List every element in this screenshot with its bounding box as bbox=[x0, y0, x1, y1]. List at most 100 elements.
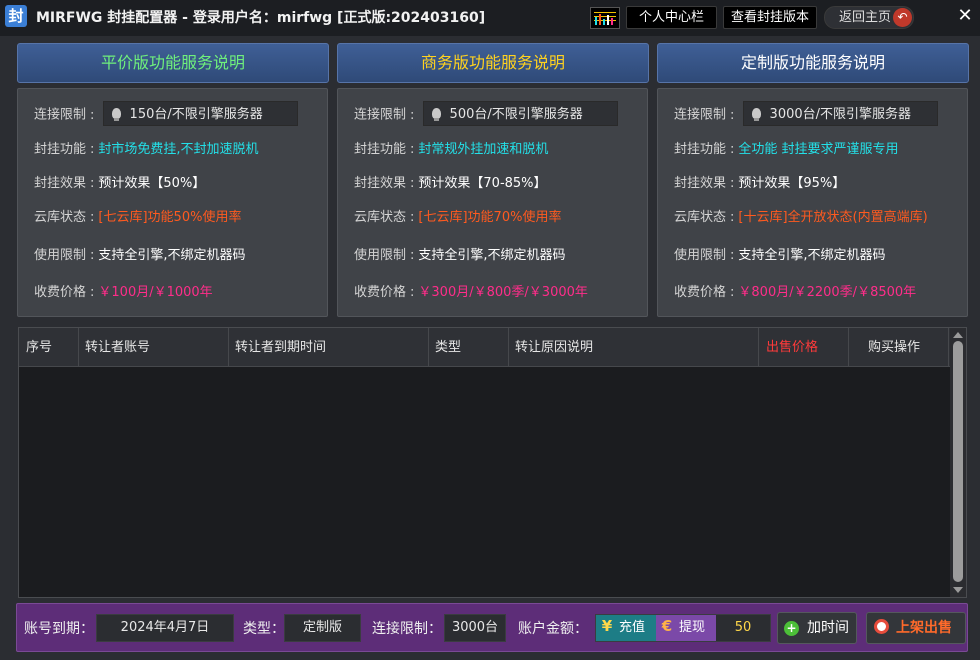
expire-date-field: 2024年4月7日 bbox=[96, 614, 234, 642]
plan-title: 定制版功能服务说明 bbox=[740, 53, 885, 72]
row-label: 使用限制 bbox=[674, 248, 727, 263]
row-value: ￥800月/￥2200季/￥8500年 bbox=[738, 285, 917, 300]
app-icon: 封 bbox=[5, 5, 27, 27]
plan-row-function: 封挂功能: 全功能 封挂要求严谨服专用 bbox=[674, 142, 899, 157]
row-value: 3000台/不限引擎服务器 bbox=[769, 107, 912, 122]
plan-row-price: 收费价格: ￥100月/￥1000年 bbox=[34, 285, 213, 300]
limit-label: 连接限制： bbox=[372, 621, 442, 637]
plan-row-price: 收费价格: ￥300月/￥800季/￥3000年 bbox=[354, 285, 588, 300]
row-label: 封挂效果 bbox=[354, 176, 407, 191]
type-field: 定制版 bbox=[284, 614, 361, 642]
window-title: MIRFWG 封挂配置器 - 登录用户名：mirfwg [正式版:2024031… bbox=[36, 10, 486, 26]
row-label: 连接限制 bbox=[674, 107, 727, 123]
plan-row-effect: 封挂效果: 预计效果【50%】 bbox=[34, 176, 206, 191]
column-header-price[interactable]: 出售价格 bbox=[759, 328, 849, 367]
column-header-seller-account[interactable]: 转让者账号 bbox=[79, 328, 229, 367]
balance-amount: 50 bbox=[734, 620, 752, 635]
withdraw-label: 提现 bbox=[679, 620, 706, 635]
row-value: 支持全引擎,不绑定机器码 bbox=[98, 248, 246, 263]
plan-row-function: 封挂功能: 封市场免费挂,不封加速脱机 bbox=[34, 142, 259, 157]
column-header-reason[interactable]: 转让原因说明 bbox=[509, 328, 759, 367]
plan-row-effect: 封挂效果: 预计效果【70-85%】 bbox=[354, 176, 547, 191]
row-label: 封挂功能 bbox=[674, 142, 727, 157]
row-label: 云库状态 bbox=[34, 210, 87, 225]
row-label: 使用限制 bbox=[34, 248, 87, 263]
plan-row-connection: 连接限制: 150台/不限引擎服务器 bbox=[34, 101, 298, 126]
plan-box-business: 连接限制: 500台/不限引擎服务器 封挂功能: 封常规外挂加速和脱机 封挂效果:… bbox=[337, 88, 648, 317]
row-label: 封挂效果 bbox=[34, 176, 87, 191]
plan-row-connection: 连接限制: 3000台/不限引擎服务器 bbox=[674, 101, 938, 126]
plan-title: 商务版功能服务说明 bbox=[420, 53, 565, 72]
plan-row-cloud: 云库状态: [七云库]功能50%使用率 bbox=[34, 210, 242, 225]
column-header-seller-expire[interactable]: 转让者到期时间 bbox=[229, 328, 429, 367]
row-label: 连接限制 bbox=[34, 107, 87, 123]
plan-header-custom: 定制版功能服务说明 bbox=[657, 43, 969, 83]
column-header-buy-action[interactable]: 购买操作 bbox=[849, 328, 949, 367]
euro-icon: € bbox=[661, 617, 673, 635]
row-label: 封挂功能 bbox=[354, 142, 407, 157]
row-label: 收费价格 bbox=[674, 285, 727, 300]
add-time-label: 加时间 bbox=[807, 620, 849, 636]
return-home-button[interactable]: 返回主页 ↶ bbox=[824, 6, 914, 29]
list-for-sale-button[interactable]: 上架出售 bbox=[866, 612, 966, 644]
view-version-button[interactable]: 查看封挂版本 bbox=[723, 6, 817, 29]
bulb-icon bbox=[431, 108, 441, 121]
row-label: 云库状态 bbox=[674, 210, 727, 225]
connection-limit-field: 500台/不限引擎服务器 bbox=[422, 101, 618, 126]
plan-box-basic: 连接限制: 150台/不限引擎服务器 封挂功能: 封市场免费挂,不封加速脱机 封挂… bbox=[17, 88, 328, 317]
withdraw-button[interactable]: € 提现 bbox=[656, 615, 716, 641]
transfer-table[interactable]: 序号 转让者账号 转让者到期时间 类型 转让原因说明 出售价格 购买操作 bbox=[18, 327, 967, 598]
column-header-type[interactable]: 类型 bbox=[429, 328, 509, 367]
plus-icon: + bbox=[784, 621, 799, 636]
plan-row-usage: 使用限制: 支持全引擎,不绑定机器码 bbox=[674, 248, 886, 263]
add-time-button[interactable]: + 加时间 bbox=[777, 612, 857, 644]
balance-label: 账户金额： bbox=[518, 621, 588, 637]
plan-row-usage: 使用限制: 支持全引擎,不绑定机器码 bbox=[354, 248, 566, 263]
limit-field: 3000台 bbox=[444, 614, 506, 642]
column-header-index[interactable]: 序号 bbox=[19, 328, 79, 367]
plan-row-connection: 连接限制: 500台/不限引擎服务器 bbox=[354, 101, 618, 126]
close-button[interactable]: ✕ bbox=[954, 5, 976, 27]
row-label: 云库状态 bbox=[354, 210, 407, 225]
row-value: [七云库]功能70%使用率 bbox=[418, 210, 562, 225]
row-label: 封挂功能 bbox=[34, 142, 87, 157]
yen-icon: ¥ bbox=[601, 617, 613, 635]
title-bar: 封 MIRFWG 封挂配置器 - 登录用户名：mirfwg [正式版:20240… bbox=[0, 0, 980, 36]
row-value: 预计效果【50%】 bbox=[98, 176, 206, 191]
chart-icon[interactable] bbox=[590, 7, 620, 29]
row-label: 连接限制 bbox=[354, 107, 407, 123]
row-value: 全功能 封挂要求严谨服专用 bbox=[738, 142, 899, 157]
bulb-icon bbox=[751, 108, 761, 121]
row-label: 封挂效果 bbox=[674, 176, 727, 191]
recharge-label: 充值 bbox=[619, 620, 646, 635]
row-value: ￥100月/￥1000年 bbox=[98, 285, 213, 300]
row-label: 收费价格 bbox=[354, 285, 407, 300]
row-value: 150台/不限引擎服务器 bbox=[129, 107, 263, 122]
plan-title: 平价版功能服务说明 bbox=[100, 53, 245, 72]
personal-center-button[interactable]: 个人中心栏 bbox=[626, 6, 717, 29]
row-value: 预计效果【95%】 bbox=[738, 176, 846, 191]
expire-label: 账号到期： bbox=[24, 621, 94, 637]
row-value: [十云库]全开放状态(内置高端库) bbox=[738, 210, 928, 225]
row-value: 预计效果【70-85%】 bbox=[418, 176, 547, 191]
balance-group: ¥ 充值 € 提现 50 bbox=[595, 614, 771, 642]
plan-row-cloud: 云库状态: [十云库]全开放状态(内置高端库) bbox=[674, 210, 928, 225]
plan-row-cloud: 云库状态: [七云库]功能70%使用率 bbox=[354, 210, 562, 225]
type-label: 类型： bbox=[243, 621, 285, 637]
back-arrow-icon: ↶ bbox=[893, 8, 912, 27]
lifebuoy-icon bbox=[874, 619, 889, 634]
connection-limit-field: 3000台/不限引擎服务器 bbox=[742, 101, 938, 126]
row-value: 500台/不限引擎服务器 bbox=[449, 107, 583, 122]
row-value: 支持全引擎,不绑定机器码 bbox=[738, 248, 886, 263]
row-value: ￥300月/￥800季/￥3000年 bbox=[418, 285, 588, 300]
scroll-up-arrow-icon[interactable] bbox=[953, 332, 963, 338]
plan-row-effect: 封挂效果: 预计效果【95%】 bbox=[674, 176, 846, 191]
connection-limit-field: 150台/不限引擎服务器 bbox=[102, 101, 298, 126]
account-bar: 账号到期： 2024年4月7日 类型： 定制版 连接限制： 3000台 账户金额… bbox=[16, 603, 968, 652]
scroll-down-arrow-icon[interactable] bbox=[953, 587, 963, 593]
list-for-sale-label: 上架出售 bbox=[896, 620, 952, 636]
recharge-button[interactable]: ¥ 充值 bbox=[596, 615, 656, 641]
plan-header-business: 商务版功能服务说明 bbox=[337, 43, 649, 83]
scroll-thumb[interactable] bbox=[953, 341, 963, 582]
vertical-scrollbar[interactable] bbox=[950, 328, 966, 597]
